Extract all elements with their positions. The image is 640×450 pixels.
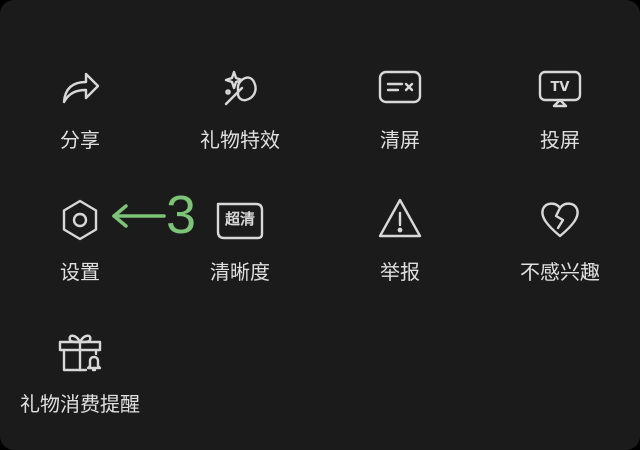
report-label: 举报: [380, 260, 420, 284]
clear-screen-button[interactable]: 清屏: [320, 64, 480, 164]
resolution-badge: 超清: [224, 210, 255, 228]
cast-screen-label: 投屏: [540, 128, 580, 152]
settings-icon: [56, 196, 104, 244]
warning-icon: [376, 196, 424, 244]
not-interested-button[interactable]: 不感兴趣: [480, 196, 640, 296]
resolution-label: 清晰度: [210, 260, 270, 284]
settings-label: 设置: [60, 260, 100, 284]
clear-screen-label: 清屏: [380, 128, 420, 152]
resolution-icon: 超清: [212, 196, 268, 244]
share-label: 分享: [60, 128, 100, 152]
clear-screen-icon: [376, 64, 424, 112]
gift-reminder-button[interactable]: 礼物消费提醒: [0, 328, 160, 428]
gift-reminder-icon: [56, 328, 104, 376]
tv-cast-icon: TV: [536, 64, 584, 112]
not-interested-label: 不感兴趣: [520, 260, 600, 284]
annotation-arrow: 3: [108, 186, 208, 246]
gift-effect-label: 礼物特效: [200, 128, 280, 152]
gift-effect-icon: [216, 64, 264, 112]
annotation-number: 3: [166, 185, 197, 245]
gift-reminder-label: 礼物消费提醒: [20, 392, 140, 416]
tv-text: TV: [551, 80, 570, 95]
share-icon: [56, 64, 104, 112]
gift-effect-button[interactable]: 礼物特效: [160, 64, 320, 164]
report-button[interactable]: 举报: [320, 196, 480, 296]
broken-heart-icon: [536, 196, 584, 244]
cast-screen-button[interactable]: TV 投屏: [480, 64, 640, 164]
share-button[interactable]: 分享: [0, 64, 160, 164]
more-options-panel: 分享 礼物特效 清屏 TV 投屏 设置 超清 清晰度 举报 不感兴趣 礼物消费提…: [0, 0, 640, 450]
